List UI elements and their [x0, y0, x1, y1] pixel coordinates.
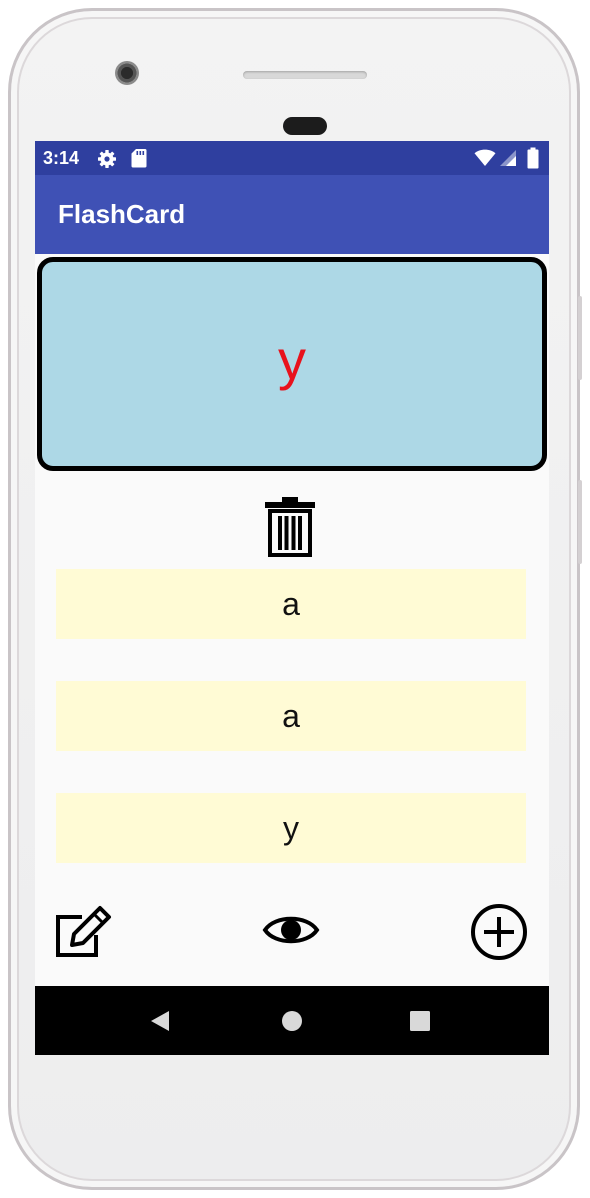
earpiece: [283, 117, 327, 135]
flashcard[interactable]: y: [37, 257, 547, 471]
power-button: [578, 296, 582, 380]
eye-icon[interactable]: [262, 912, 320, 948]
status-bar: 3:14: [35, 141, 549, 175]
app-bar: FlashCard: [35, 175, 549, 254]
volume-button: [578, 480, 582, 564]
answer-option-label: a: [282, 585, 300, 622]
device-screen: 3:14 FlashCard y a a y: [35, 141, 549, 1055]
status-time: 3:14: [43, 148, 80, 168]
trash-icon[interactable]: [265, 497, 315, 557]
answer-option-1[interactable]: a: [56, 569, 526, 639]
answer-option-label: y: [283, 809, 299, 846]
answer-option-3[interactable]: y: [56, 793, 526, 863]
sd-card-icon: [131, 149, 147, 168]
back-icon[interactable]: [149, 1010, 171, 1032]
front-camera: [115, 61, 139, 85]
signal-icon: [500, 150, 516, 166]
answer-option-label: a: [282, 697, 300, 734]
recents-icon[interactable]: [409, 1010, 431, 1032]
answer-option-2[interactable]: a: [56, 681, 526, 751]
speaker-grille: [243, 71, 367, 79]
flashcard-question: y: [278, 328, 306, 391]
system-navigation-bar: [35, 986, 549, 1055]
wifi-icon: [474, 149, 496, 166]
battery-icon: [527, 147, 539, 169]
settings-icon: [98, 150, 116, 168]
home-icon[interactable]: [281, 1010, 303, 1032]
edit-icon[interactable]: [54, 903, 114, 959]
app-title: FlashCard: [58, 199, 186, 229]
add-circle-icon[interactable]: [469, 902, 529, 962]
